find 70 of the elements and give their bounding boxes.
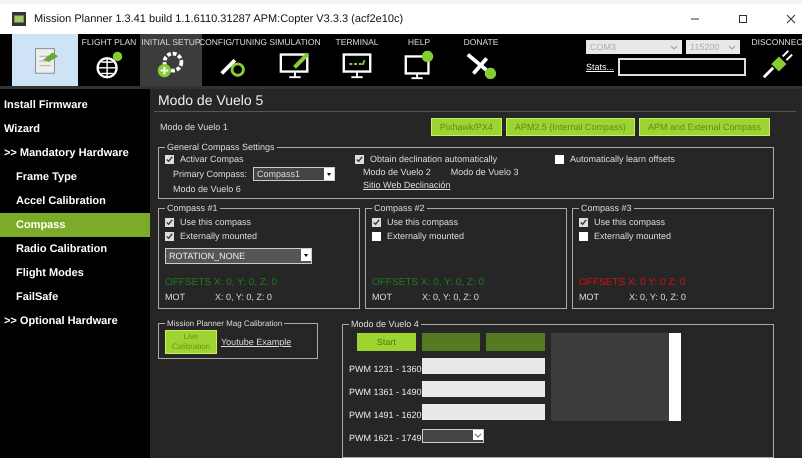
- disconnect-button[interactable]: DISCONNEC: [752, 34, 802, 86]
- group-title: Mission Planner Mag Calibration: [166, 319, 284, 328]
- close-icon[interactable]: [786, 14, 796, 24]
- maximize-icon[interactable]: [738, 14, 748, 24]
- stats-dropdown[interactable]: [618, 58, 746, 76]
- sidebar-item[interactable]: Frame Type: [0, 165, 150, 189]
- sidebar-item[interactable]: Accel Calibration: [0, 189, 150, 213]
- pwm-label: PWM 1491 - 1620: [349, 410, 422, 420]
- checkbox[interactable]: Obtain declination automatically: [355, 154, 536, 164]
- group-title: Compass #3: [580, 203, 633, 213]
- checkbox-icon: [579, 218, 588, 226]
- mode-label: Modo de Vuelo 2: [362, 167, 431, 177]
- primary-compass-label: Primary Compass:: [173, 169, 248, 179]
- checkbox-icon: [355, 154, 364, 164]
- sidebar-item[interactable]: Radio Calibration: [0, 237, 150, 261]
- declination-link[interactable]: Sitio Web Declinación: [355, 180, 536, 190]
- sidebar-item[interactable]: Wizard: [0, 117, 150, 141]
- checkbox-icon: [165, 218, 174, 226]
- mode-label: Modo de Vuelo 6: [172, 184, 242, 194]
- toolbar-button[interactable]: TERMINAL: [326, 34, 388, 86]
- pwm-label: PWM 1361 - 1490: [349, 387, 422, 397]
- checkbox-icon: [165, 232, 174, 240]
- mot-values: X: 0, Y: 0, Z: 0: [215, 292, 272, 302]
- toolbar-button[interactable]: HELP: [388, 34, 450, 86]
- checkbox-icon: [372, 218, 381, 226]
- mot-label: MOT: [579, 292, 599, 302]
- checkbox[interactable]: Externally mounted: [372, 231, 560, 241]
- mode-label: Modo de Vuelo 3: [450, 167, 518, 177]
- checkbox[interactable]: Use this compass: [372, 217, 560, 227]
- checkbox[interactable]: Use this compass: [165, 217, 353, 227]
- pwm-dropdown[interactable]: [422, 429, 484, 443]
- sidebar-item[interactable]: Install Firmware: [0, 93, 150, 117]
- stats-link[interactable]: Stats...: [586, 62, 614, 72]
- mot-values: X: 0, Y: 0, Z: 0: [629, 292, 686, 302]
- mot-values: X: 0, Y: 0, Z: 0: [422, 292, 479, 302]
- sidebar-item[interactable]: Flight Modes: [0, 261, 150, 285]
- sidebar-item[interactable]: FailSafe: [0, 285, 150, 309]
- board-label: Modo de Vuelo 1: [160, 122, 228, 132]
- offsets-text: OFFSETS X: 0, Y: 0, Z: 0: [165, 276, 278, 288]
- toolbar-button[interactable]: DONATE: [450, 34, 512, 86]
- group-title: Compass #2: [373, 203, 426, 213]
- offsets-text: OFFSETS X: 0, Y: 0, Z: 0: [372, 276, 486, 288]
- page-title: Modo de Vuelo 5: [154, 89, 796, 112]
- sidebar-item[interactable]: >> Mandatory Hardware: [0, 141, 150, 165]
- primary-compass-dropdown[interactable]: Compass1: [253, 167, 336, 181]
- group-title: General Compass Settings: [166, 142, 276, 152]
- offsets-text: OFFSETS X: 0 Y: 0 Z: 0: [579, 276, 687, 288]
- window-title: Mission Planner 1.3.41 build 1.1.6110.31287 APM:Copter V3.3.3 (acf2e10c): [34, 13, 404, 25]
- toolbar-button[interactable]: CONFIG/TUNING: [202, 34, 264, 86]
- mot-label: MOT: [165, 292, 185, 302]
- rotation-dropdown[interactable]: ROTATION_NONE: [165, 248, 312, 264]
- checkbox-icon: [579, 232, 588, 240]
- checkbox-icon: [165, 154, 174, 164]
- checkbox-icon: [372, 232, 381, 240]
- checkbox-icon: [555, 154, 564, 164]
- checkbox[interactable]: Externally mounted: [165, 231, 353, 241]
- checkbox[interactable]: Use this compass: [579, 217, 767, 227]
- scroll-bar[interactable]: [669, 333, 681, 421]
- group-title: Compass #1: [166, 203, 219, 213]
- group-title: Modo de Vuelo 4: [350, 319, 420, 329]
- mot-label: MOT: [372, 292, 392, 302]
- checkbox[interactable]: Automatically learn offsets: [555, 154, 696, 164]
- checkbox[interactable]: Activar Compas: [165, 154, 336, 164]
- app-icon: [12, 12, 26, 26]
- checkbox[interactable]: Externally mounted: [579, 231, 767, 241]
- pwm-label: PWM 1621 - 1749: [349, 433, 422, 443]
- pwm-label: PWM 1231 - 1360: [349, 364, 422, 374]
- youtube-link[interactable]: Youtube Example: [221, 337, 292, 347]
- toolbar-button[interactable]: FLIGHT PLAN: [78, 34, 140, 86]
- sidebar-item[interactable]: >> Optional Hardware: [0, 309, 150, 333]
